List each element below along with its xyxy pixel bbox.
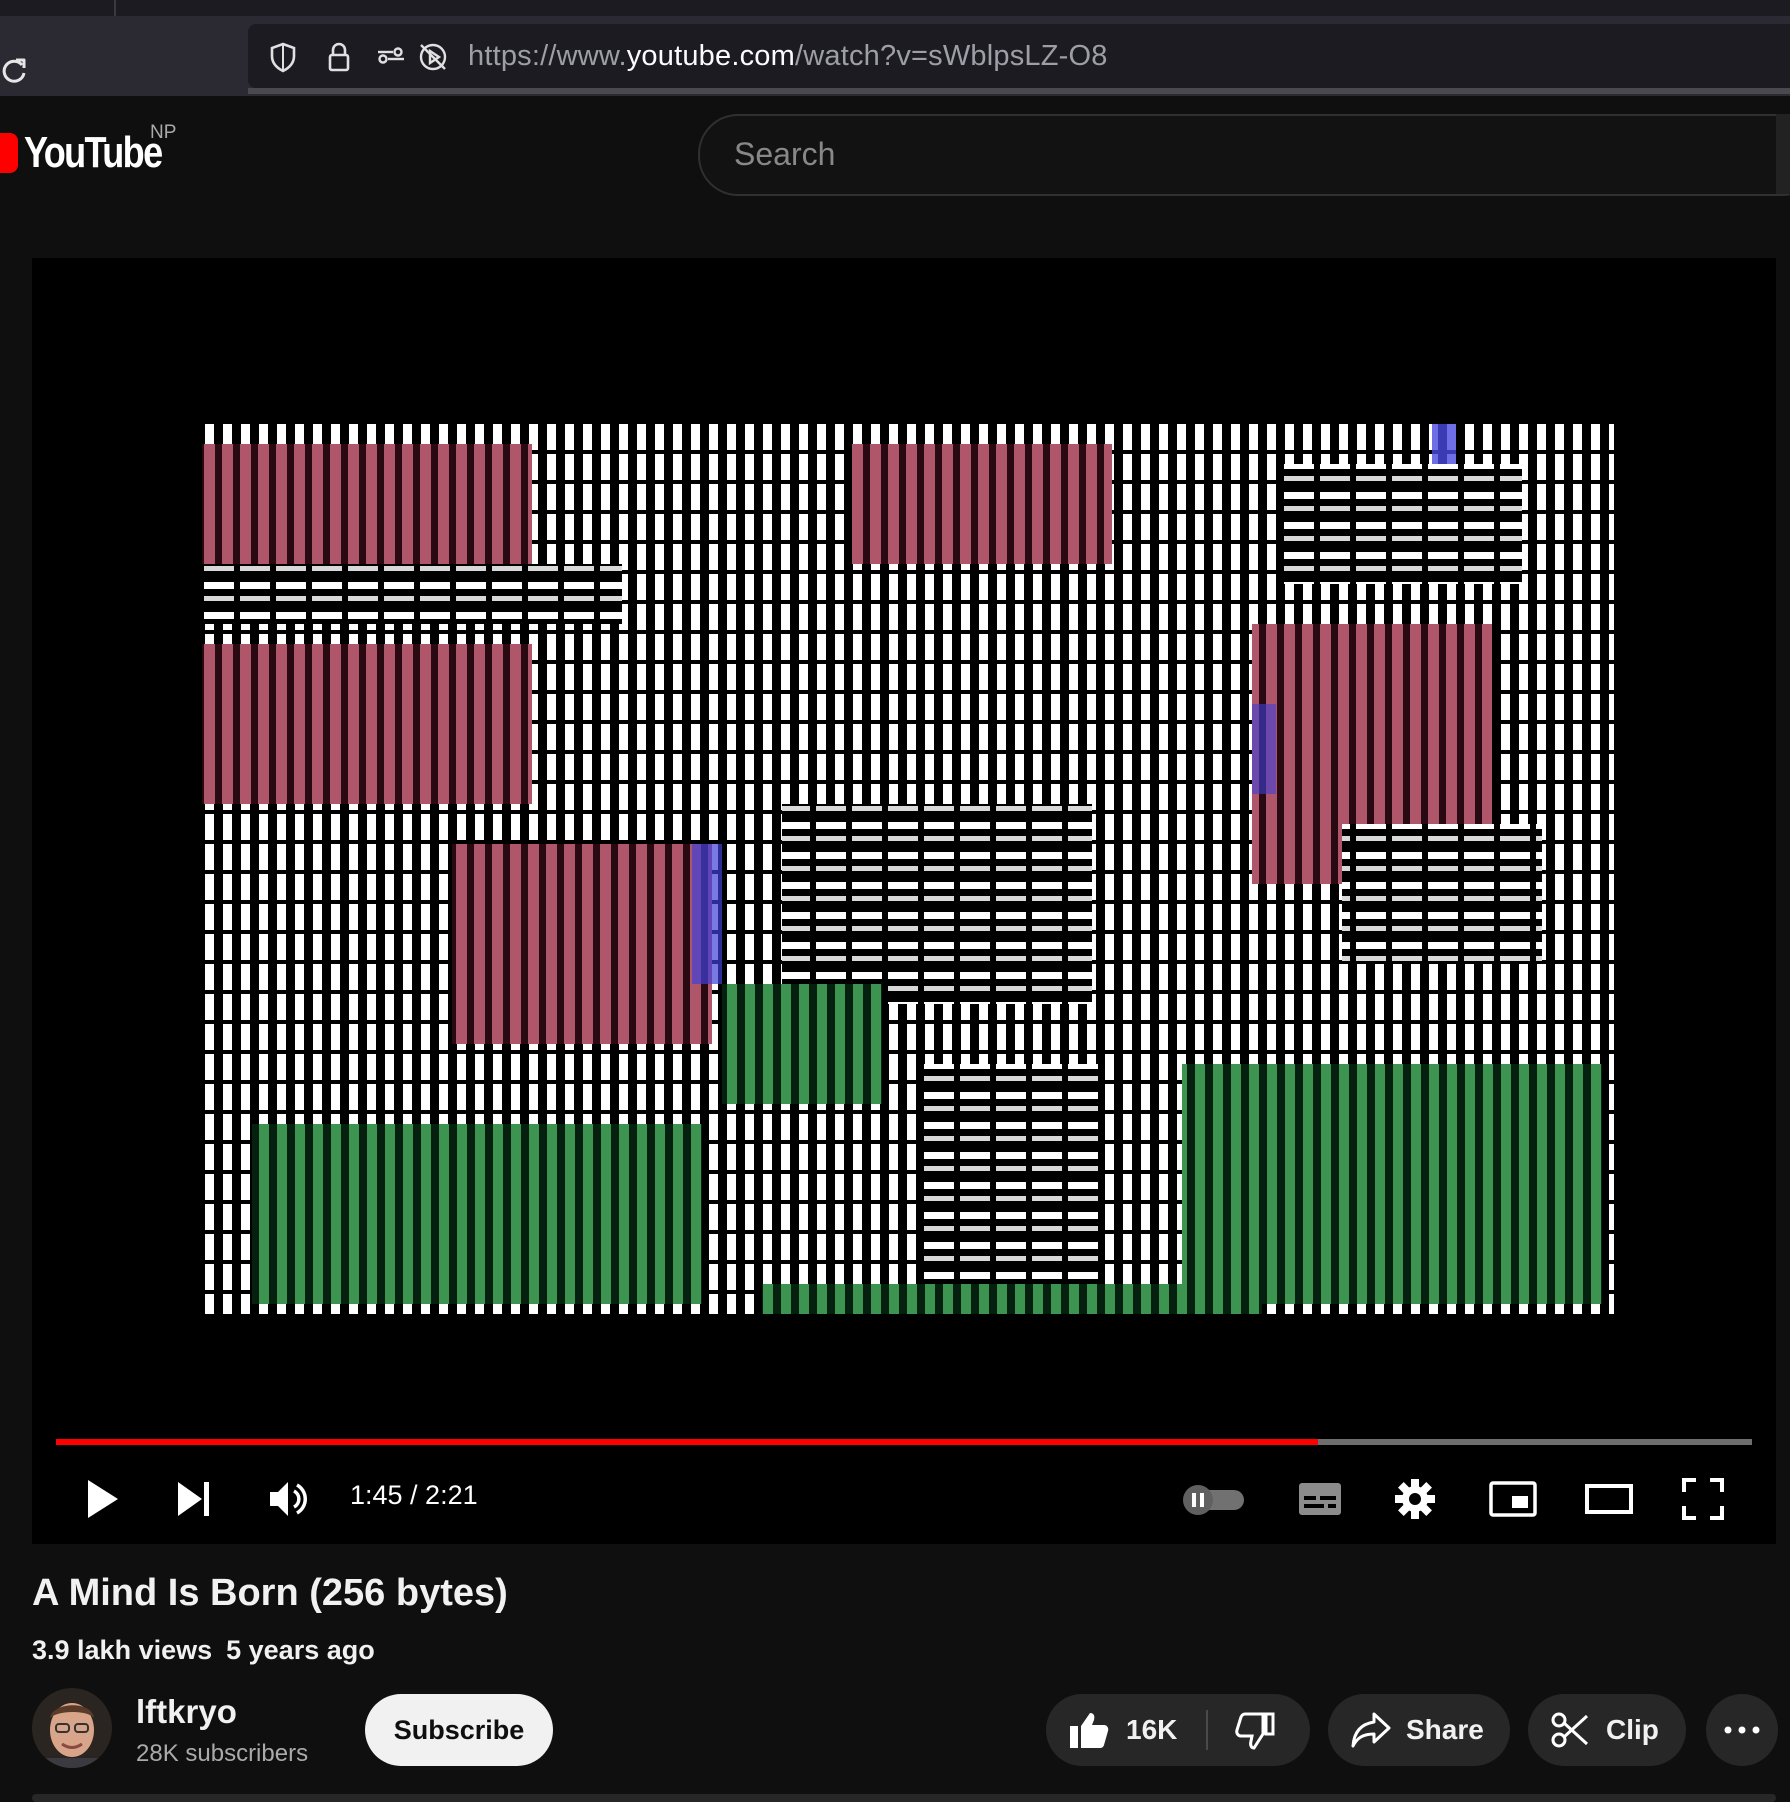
video-frame[interactable] <box>202 424 1614 1314</box>
thumbs-down-icon[interactable] <box>1234 1712 1276 1752</box>
channel-avatar[interactable] <box>32 1688 112 1768</box>
subscriber-count: 28K subscribers <box>136 1740 309 1767</box>
country-code: NP <box>150 122 177 143</box>
thumbs-up-icon <box>1070 1713 1109 1748</box>
shield-icon[interactable] <box>266 40 300 74</box>
reload-icon[interactable] <box>2 56 28 86</box>
scissors-icon <box>1551 1712 1589 1748</box>
youtube-logo-text[interactable]: YouTube <box>24 128 163 178</box>
subscribe-button[interactable]: Subscribe <box>365 1694 553 1766</box>
fullscreen-icon[interactable] <box>1680 1476 1726 1522</box>
subtitles-icon[interactable] <box>1296 1476 1344 1522</box>
browser-tab-strip <box>0 0 1790 16</box>
search-box[interactable] <box>698 114 1790 196</box>
progress-bar-played <box>56 1439 1318 1445</box>
search-input[interactable] <box>732 130 1736 178</box>
toolbar-underline <box>248 88 1790 94</box>
share-label: Share <box>1406 1714 1484 1745</box>
url-prefix: https://www. <box>468 40 627 72</box>
address-bar[interactable]: https://www.youtube.com/watch?v=sWblpsLZ… <box>248 24 1790 88</box>
video-meta: 3.9 lakh views 5 years ago <box>32 1635 375 1666</box>
time-display: 1:45 / 2:21 <box>350 1480 478 1510</box>
miniplayer-icon[interactable] <box>1488 1476 1538 1522</box>
channel-name[interactable]: lftkryo <box>136 1693 237 1731</box>
more-horizontal-icon <box>1724 1726 1760 1734</box>
video-title: A Mind Is Born (256 bytes) <box>32 1572 508 1614</box>
url-text[interactable]: https://www.youtube.com/watch?v=sWblpsLZ… <box>468 40 1108 73</box>
permissions-icon[interactable] <box>374 40 408 74</box>
video-player[interactable]: 1:45 / 2:21 <box>32 258 1776 1544</box>
lock-icon[interactable] <box>322 40 356 74</box>
upload-age: 5 years ago <box>226 1635 375 1665</box>
play-icon[interactable] <box>82 1476 122 1522</box>
view-count: 3.9 lakh views <box>32 1635 213 1665</box>
like-button[interactable]: 16K <box>1046 1694 1206 1766</box>
clip-label: Clip <box>1606 1714 1659 1745</box>
tab-divider <box>114 0 116 16</box>
share-button[interactable]: Share <box>1328 1694 1510 1766</box>
autoplay-toggle[interactable] <box>1180 1482 1248 1518</box>
share-icon <box>1351 1712 1391 1748</box>
theater-mode-icon[interactable] <box>1584 1476 1634 1522</box>
like-count: 16K <box>1126 1714 1178 1745</box>
like-divider <box>1206 1710 1208 1750</box>
clip-button[interactable]: Clip <box>1528 1694 1686 1766</box>
next-icon[interactable] <box>174 1476 214 1522</box>
youtube-logo-icon[interactable] <box>0 133 18 173</box>
description-box-edge <box>32 1794 1776 1802</box>
url-path: /watch?v=sWblpsLZ-O8 <box>794 40 1108 72</box>
url-domain: youtube.com <box>626 40 795 72</box>
progress-bar[interactable] <box>56 1439 1752 1445</box>
search-button-edge[interactable] <box>1776 114 1790 194</box>
volume-icon[interactable] <box>266 1476 310 1522</box>
autoplay-blocked-icon[interactable] <box>416 40 450 74</box>
settings-gear-icon[interactable] <box>1392 1476 1438 1522</box>
more-actions-button[interactable] <box>1706 1694 1778 1766</box>
like-dislike-group: 16K <box>1046 1694 1310 1766</box>
